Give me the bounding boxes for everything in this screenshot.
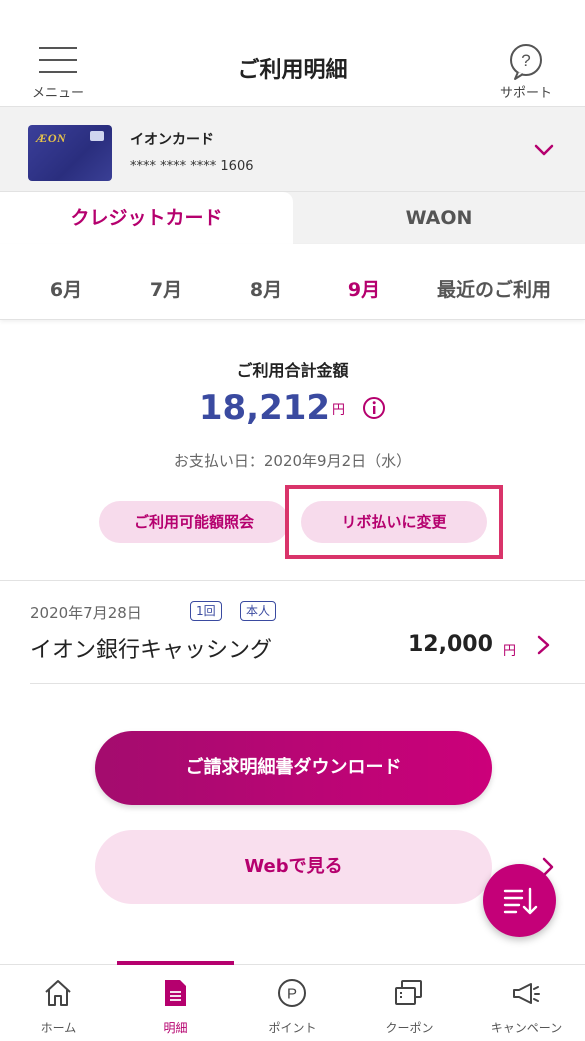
card-number: **** **** **** 1606 [130, 159, 254, 174]
info-icon[interactable] [362, 396, 386, 420]
view-on-web-button[interactable]: Webで見る [95, 830, 554, 904]
month-tab-july[interactable]: 7月 [118, 244, 214, 320]
megaphone-icon [513, 983, 540, 1004]
nav-statement-label: 明細 [163, 1021, 188, 1035]
month-tab-september[interactable]: 9月 [316, 244, 412, 320]
divider [0, 580, 585, 581]
divider [30, 683, 585, 684]
nav-coupon-label: クーポン [385, 1021, 434, 1035]
transaction-name: イオン銀行キャッシング [30, 638, 273, 663]
card-type-tabs: クレジットカード WAON [0, 192, 585, 244]
tab-waon[interactable]: WAON [293, 192, 585, 244]
home-icon [45, 980, 71, 1006]
aeon-logo: ÆON [36, 131, 67, 145]
total-amount-label: ご利用合計金額 [236, 361, 349, 380]
installment-badge: 1回 [190, 601, 222, 621]
svg-text:P: P [287, 986, 297, 1003]
month-selector: 6月 7月 8月 9月 最近のご利用 [0, 244, 585, 320]
nav-campaign-label: キャンペーン [490, 1021, 563, 1035]
nav-point[interactable]: P ポイント [234, 965, 351, 1041]
bottom-navigation: ホーム 明細 P ポイント クーポン キャンペーン [0, 961, 585, 1041]
sort-icon [503, 887, 538, 915]
point-icon: P [278, 979, 306, 1007]
card-selector[interactable]: ÆON イオンカード **** **** **** 1606 [0, 107, 585, 192]
transaction-amount: 12,000 [408, 632, 493, 657]
support-label: サポート [499, 86, 552, 101]
menu-label: メニュー [31, 86, 84, 101]
amount-unit: 円 [332, 402, 346, 418]
highlight-box [285, 485, 503, 559]
transaction-unit: 円 [503, 644, 517, 659]
nav-coupon[interactable]: クーポン [351, 965, 468, 1041]
card-name: イオンカード [130, 132, 214, 148]
cardholder-badge: 本人 [240, 601, 277, 621]
coupon-icon [395, 980, 422, 1005]
view-on-web-label: Webで見る [244, 856, 343, 877]
nav-statement[interactable]: 明細 [117, 965, 234, 1041]
header: メニュー ご利用明細 ? サポート [0, 0, 585, 107]
support-button[interactable]: ? サポート [490, 40, 562, 102]
total-amount: 18,212 [198, 388, 331, 428]
chevron-down-icon[interactable] [531, 137, 557, 163]
chevron-right-icon [537, 635, 550, 655]
download-statement-label: ご請求明細書ダウンロード [185, 757, 402, 778]
chevron-right-icon [542, 758, 554, 778]
nav-point-label: ポイント [268, 1021, 317, 1035]
sort-fab-button[interactable] [483, 864, 556, 937]
card-image: ÆON [28, 125, 112, 181]
total-amount-row: 18,212 円 [0, 388, 585, 432]
nav-home-label: ホーム [40, 1021, 77, 1035]
month-tab-august[interactable]: 8月 [218, 244, 314, 320]
statement-icon [165, 980, 186, 1006]
download-statement-button[interactable]: ご請求明細書ダウンロード [95, 731, 554, 805]
available-limit-button[interactable]: ご利用可能額照会 [99, 501, 289, 543]
transaction-date: 2020年7月28日 [30, 604, 142, 622]
svg-text:?: ? [521, 51, 530, 70]
tab-credit-card[interactable]: クレジットカード [0, 192, 293, 244]
payment-date: お支払い日：2020年9月2日（水） [173, 452, 412, 470]
nav-home[interactable]: ホーム [0, 965, 117, 1041]
help-bubble-icon: ? [510, 44, 542, 80]
month-tab-june[interactable]: 6月 [18, 244, 114, 320]
nav-campaign[interactable]: キャンペーン [468, 965, 585, 1041]
card-brand-mark [90, 131, 104, 141]
month-tab-recent[interactable]: 最近のご利用 [420, 244, 568, 320]
